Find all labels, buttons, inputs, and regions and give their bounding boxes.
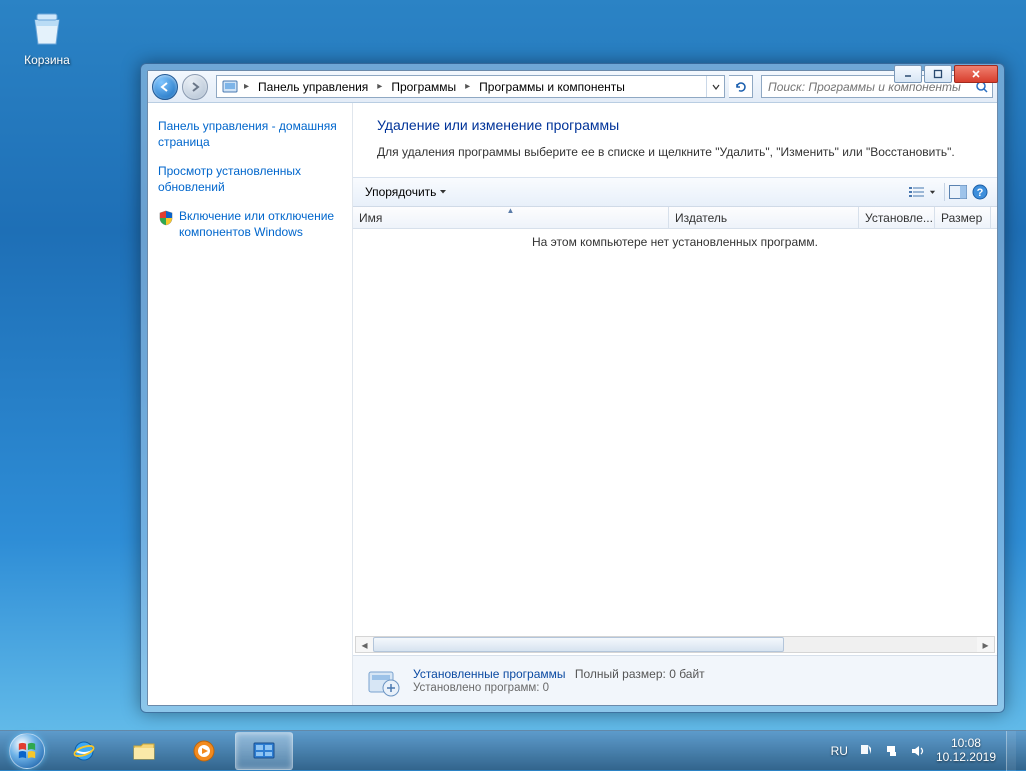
taskbar-ie[interactable] bbox=[55, 732, 113, 770]
explorer-icon bbox=[130, 739, 158, 763]
navigation-bar: ▸ Панель управления ▸ Программы ▸ Програ… bbox=[148, 71, 997, 103]
taskbar-explorer[interactable] bbox=[115, 732, 173, 770]
forward-button[interactable] bbox=[182, 74, 208, 100]
refresh-button[interactable] bbox=[729, 75, 753, 98]
svg-text:?: ? bbox=[977, 187, 984, 199]
arrow-left-icon bbox=[159, 81, 171, 93]
column-header-size[interactable]: Размер bbox=[935, 207, 991, 228]
program-list: На этом компьютере нет установленных про… bbox=[353, 229, 997, 655]
shield-icon bbox=[158, 210, 174, 226]
action-center-icon[interactable] bbox=[858, 743, 874, 759]
column-header-installed[interactable]: Установле... bbox=[859, 207, 935, 228]
column-header-name[interactable]: Имя ▲ bbox=[353, 207, 669, 228]
status-size-label: Полный размер: bbox=[575, 667, 666, 681]
system-tray: RU 10:08 10.12.2019 bbox=[831, 731, 1020, 771]
explorer-window: ▸ Панель управления ▸ Программы ▸ Програ… bbox=[140, 63, 1005, 713]
status-size-value: 0 байт bbox=[669, 667, 704, 681]
help-button[interactable]: ? bbox=[969, 184, 991, 200]
sidebar-link-home[interactable]: Панель управления - домашняя страница bbox=[158, 119, 342, 150]
organize-button[interactable]: Упорядочить bbox=[359, 182, 453, 202]
maximize-button[interactable] bbox=[924, 65, 952, 83]
breadcrumb-control-panel[interactable]: Панель управления bbox=[252, 76, 374, 97]
empty-list-message: На этом компьютере нет установленных про… bbox=[353, 229, 997, 249]
media-player-icon bbox=[190, 739, 218, 763]
breadcrumb-sep-icon: ▸ bbox=[374, 81, 385, 92]
organize-label: Упорядочить bbox=[365, 185, 436, 199]
recycle-bin-label: Корзина bbox=[18, 53, 76, 67]
address-dropdown[interactable] bbox=[706, 76, 724, 97]
window-controls bbox=[894, 65, 998, 83]
page-title: Удаление или изменение программы bbox=[377, 117, 973, 133]
address-bar[interactable]: ▸ Панель управления ▸ Программы ▸ Програ… bbox=[216, 75, 725, 98]
scroll-right-icon[interactable]: ▸ bbox=[977, 637, 994, 652]
arrow-right-icon bbox=[189, 81, 201, 93]
start-button[interactable] bbox=[0, 731, 54, 771]
view-button[interactable] bbox=[902, 182, 942, 202]
chevron-down-icon bbox=[439, 188, 447, 196]
tray-time: 10:08 bbox=[936, 737, 996, 751]
column-header-publisher[interactable]: Издатель bbox=[669, 207, 859, 228]
column-headers: Имя ▲ Издатель Установле... Размер bbox=[353, 207, 997, 229]
network-icon[interactable] bbox=[884, 743, 900, 759]
recycle-bin-desktop-icon[interactable]: Корзина bbox=[18, 8, 76, 67]
show-desktop-button[interactable] bbox=[1006, 731, 1016, 771]
status-bar: Установленные программы Полный размер: 0… bbox=[353, 655, 997, 705]
chevron-down-icon bbox=[712, 83, 720, 91]
tray-date: 10.12.2019 bbox=[936, 751, 996, 765]
main-panel: Удаление или изменение программы Для уда… bbox=[353, 103, 997, 705]
refresh-icon bbox=[734, 80, 748, 94]
taskbar-control-panel[interactable] bbox=[235, 732, 293, 770]
preview-pane-button[interactable] bbox=[947, 185, 969, 199]
sort-ascending-icon: ▲ bbox=[507, 206, 515, 215]
close-button[interactable] bbox=[954, 65, 998, 83]
breadcrumb-sep-icon: ▸ bbox=[241, 81, 252, 92]
back-button[interactable] bbox=[152, 74, 178, 100]
preview-pane-icon bbox=[949, 185, 967, 199]
sidebar-link-updates[interactable]: Просмотр установленных обновлений bbox=[158, 164, 342, 195]
breadcrumb-sep-icon: ▸ bbox=[462, 81, 473, 92]
scrollbar-thumb[interactable] bbox=[373, 637, 784, 652]
sidebar: Панель управления - домашняя страница Пр… bbox=[148, 103, 353, 705]
minimize-button[interactable] bbox=[894, 65, 922, 83]
taskbar-media-player[interactable] bbox=[175, 732, 233, 770]
toolbar-divider bbox=[944, 183, 945, 201]
sidebar-link-windows-features[interactable]: Включение или отключение компонентов Win… bbox=[179, 209, 342, 240]
help-icon: ? bbox=[972, 184, 988, 200]
clock[interactable]: 10:08 10.12.2019 bbox=[936, 737, 996, 765]
breadcrumb-programs-features[interactable]: Программы и компоненты bbox=[473, 76, 631, 97]
view-icon bbox=[908, 185, 926, 199]
toolbar: Упорядочить bbox=[353, 177, 997, 207]
volume-icon[interactable] bbox=[910, 743, 926, 759]
page-subtitle: Для удаления программы выберите ее в спи… bbox=[377, 145, 973, 159]
taskbar: RU 10:08 10.12.2019 bbox=[0, 730, 1026, 770]
breadcrumb-programs[interactable]: Программы bbox=[385, 76, 462, 97]
scroll-left-icon[interactable]: ◂ bbox=[356, 637, 373, 652]
recycle-bin-icon bbox=[27, 8, 67, 48]
horizontal-scrollbar[interactable]: ◂ ▸ bbox=[355, 636, 995, 653]
control-panel-taskbar-icon bbox=[250, 739, 278, 763]
language-indicator[interactable]: RU bbox=[831, 744, 848, 758]
chevron-down-icon bbox=[929, 189, 936, 196]
control-panel-icon bbox=[221, 78, 239, 96]
status-count: Установлено программ: 0 bbox=[413, 682, 705, 694]
windows-orb-icon bbox=[9, 733, 45, 769]
ie-icon bbox=[70, 739, 98, 763]
programs-icon bbox=[365, 663, 401, 699]
status-title: Установленные программы bbox=[413, 667, 566, 681]
